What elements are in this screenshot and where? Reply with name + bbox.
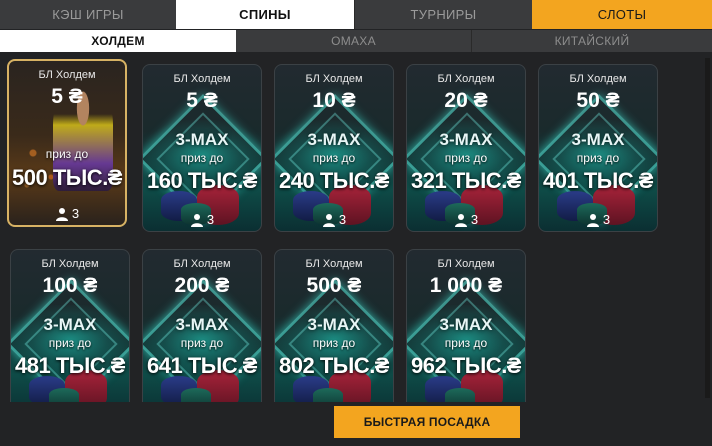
card-prize-label: приз до — [48, 336, 92, 350]
game-type-tabs: КЭШ ИГРЫ СПИНЫ ТУРНИРЫ СЛОТЫ — [0, 0, 712, 29]
card-format-badge: 3-MAX — [571, 130, 625, 149]
card-stake: 100 ₴ — [42, 274, 98, 297]
tab-holdem[interactable]: ХОЛДЕМ — [0, 30, 236, 52]
tab-tournaments[interactable]: ТУРНИРЫ — [354, 0, 532, 29]
card-players: 3 — [9, 206, 125, 221]
variant-tabs: ХОЛДЕМ ОМАХА КИТАЙСКИЙ — [0, 30, 712, 52]
card-format-badge: 3-MAX — [439, 130, 493, 149]
card-game-name: БЛ Холдем — [437, 258, 495, 270]
card-stake: 10 ₴ — [312, 89, 356, 112]
spin-card[interactable]: БЛ Холдем 10 ₴ 3-MAX приз до 240 ТЫС.₴ 3 — [274, 64, 394, 232]
spin-card[interactable]: БЛ Холдем 200 ₴ 3-MAX приз до 641 ТЫС.₴ — [142, 249, 262, 417]
card-prize-label: приз до — [45, 147, 89, 161]
card-stake: 20 ₴ — [444, 89, 488, 112]
spin-card[interactable]: БЛ Холдем 50 ₴ 3-MAX приз до 401 ТЫС.₴ 3 — [538, 64, 658, 232]
card-prize: 321 ТЫС.₴ — [411, 168, 521, 193]
spin-card[interactable]: БЛ Холдем 1 000 ₴ 3-MAX приз до 962 ТЫС.… — [406, 249, 526, 417]
tab-cash-games[interactable]: КЭШ ИГРЫ — [0, 0, 176, 29]
card-players: 3 — [275, 212, 393, 227]
card-game-name: БЛ Холдем — [305, 258, 363, 270]
card-prize-label: приз до — [576, 151, 620, 165]
card-prize: 641 ТЫС.₴ — [147, 353, 257, 378]
card-prize-label: приз до — [444, 151, 488, 165]
card-players-count: 3 — [206, 212, 215, 227]
card-prize: 240 ТЫС.₴ — [279, 168, 389, 193]
user-icon — [454, 213, 467, 227]
card-stake: 200 ₴ — [174, 274, 230, 297]
card-prize-label: приз до — [180, 336, 224, 350]
card-game-name: БЛ Холдем — [569, 73, 627, 85]
card-game-name: БЛ Холдем — [173, 73, 231, 85]
card-players-count: 3 — [71, 206, 80, 221]
card-prize: 962 ТЫС.₴ — [411, 353, 521, 378]
user-icon — [586, 213, 599, 227]
card-format-badge: 3-MAX — [307, 130, 361, 149]
spin-card[interactable]: БЛ Холдем 100 ₴ 3-MAX приз до 481 ТЫС.₴ — [10, 249, 130, 417]
card-players: 3 — [143, 212, 261, 227]
tab-omaha[interactable]: ОМАХА — [236, 30, 472, 52]
card-prize: 401 ТЫС.₴ — [543, 168, 653, 193]
card-format-badge: 3-MAX — [439, 315, 493, 334]
card-format-badge: 3-MAX — [175, 130, 229, 149]
card-prize: 802 ТЫС.₴ — [279, 353, 389, 378]
card-format-badge: 3-MAX — [43, 315, 97, 334]
card-prize-label: приз до — [312, 336, 356, 350]
user-icon — [322, 213, 335, 227]
tab-spins[interactable]: СПИНЫ — [176, 0, 354, 29]
card-prize-label: приз до — [312, 151, 356, 165]
card-game-name: БЛ Холдем — [38, 69, 96, 81]
card-game-name: БЛ Холдем — [173, 258, 231, 270]
card-stake: 500 ₴ — [306, 274, 362, 297]
card-prize: 160 ТЫС.₴ — [147, 168, 257, 193]
card-format-badge: 3-MAX — [307, 315, 361, 334]
card-stake: 50 ₴ — [576, 89, 620, 112]
card-prize-label: приз до — [180, 151, 224, 165]
card-stake: 5 ₴ — [186, 89, 218, 112]
card-players: 3 — [539, 212, 657, 227]
scrollbar[interactable] — [705, 58, 710, 398]
quick-seat-button[interactable]: БЫСТРАЯ ПОСАДКА — [334, 406, 520, 438]
card-game-name: БЛ Холдем — [305, 73, 363, 85]
card-stake: 1 000 ₴ — [429, 274, 503, 297]
card-players-count: 3 — [338, 212, 347, 227]
spin-card[interactable]: БЛ Холдем 20 ₴ 3-MAX приз до 321 ТЫС.₴ 3 — [406, 64, 526, 232]
spin-card[interactable]: БЛ Холдем 500 ₴ 3-MAX приз до 802 ТЫС.₴ — [274, 249, 394, 417]
card-players: 3 — [407, 212, 525, 227]
spin-card[interactable]: БЛ Холдем 5 ₴ 3-MAX приз до 160 ТЫС.₴ 3 — [142, 64, 262, 232]
card-game-name: БЛ Холдем — [41, 258, 99, 270]
user-icon — [190, 213, 203, 227]
card-prize: 481 ТЫС.₴ — [15, 353, 125, 378]
card-format-badge: 3-MAX — [175, 315, 229, 334]
card-prize: 500 ТЫС.₴ — [12, 165, 122, 190]
card-players-count: 3 — [602, 212, 611, 227]
user-icon — [55, 207, 68, 221]
spin-card-featured[interactable]: БЛ Холдем 5 ₴ приз до 500 ТЫС.₴ 3 — [7, 59, 127, 227]
card-stake: 5 ₴ — [51, 85, 83, 108]
card-prize-label: приз до — [444, 336, 488, 350]
card-game-name: БЛ Холдем — [437, 73, 495, 85]
tab-slots[interactable]: СЛОТЫ — [532, 0, 712, 29]
card-players-count: 3 — [470, 212, 479, 227]
tab-chinese[interactable]: КИТАЙСКИЙ — [472, 30, 712, 52]
